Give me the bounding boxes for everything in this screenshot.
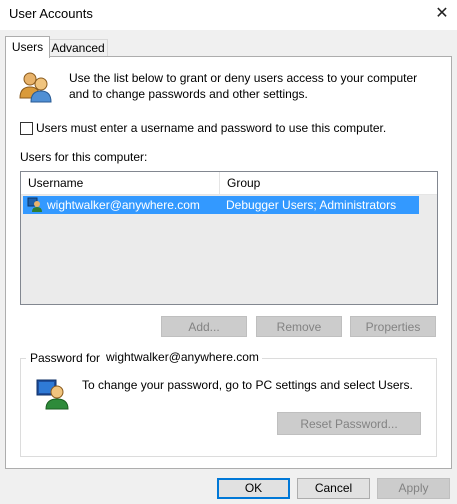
ok-button[interactable]: OK xyxy=(217,478,290,499)
apply-button[interactable]: Apply xyxy=(377,478,450,499)
cell-username: wightwalker@anywhere.com xyxy=(47,198,200,212)
password-groupbox xyxy=(20,358,437,457)
close-icon[interactable]: ✕ xyxy=(430,3,454,25)
user-icon xyxy=(27,197,42,212)
password-group-legend: Password for xyxy=(26,351,105,365)
properties-button[interactable]: Properties xyxy=(350,316,436,337)
column-header-username[interactable]: Username xyxy=(21,172,220,195)
intro-text: Use the list below to grant or deny user… xyxy=(69,71,418,101)
table-row[interactable]: wightwalker@anywhere.com Debugger Users;… xyxy=(23,196,419,214)
window-title: User Accounts xyxy=(9,6,93,21)
remove-user-button[interactable]: Remove xyxy=(256,316,342,337)
column-header-group[interactable]: Group xyxy=(220,172,437,195)
users-group-icon xyxy=(19,72,52,103)
password-group-username: wightwalker@anywhere.com xyxy=(103,350,262,364)
add-user-button[interactable]: Add... xyxy=(161,316,247,337)
users-list-label: Users for this computer: xyxy=(20,150,148,164)
cancel-button[interactable]: Cancel xyxy=(297,478,370,499)
password-instructions: To change your password, go to PC settin… xyxy=(82,378,413,392)
tab-users[interactable]: Users xyxy=(5,36,50,58)
reset-password-button[interactable]: Reset Password... xyxy=(277,412,421,435)
user-monitor-icon xyxy=(36,379,69,410)
users-listview[interactable]: Username Group wightwalker@anywhere.com … xyxy=(20,171,438,305)
require-login-checkbox[interactable] xyxy=(20,122,33,135)
require-login-label[interactable]: Users must enter a username and password… xyxy=(36,121,386,135)
cell-group: Debugger Users; Administrators xyxy=(226,198,397,212)
